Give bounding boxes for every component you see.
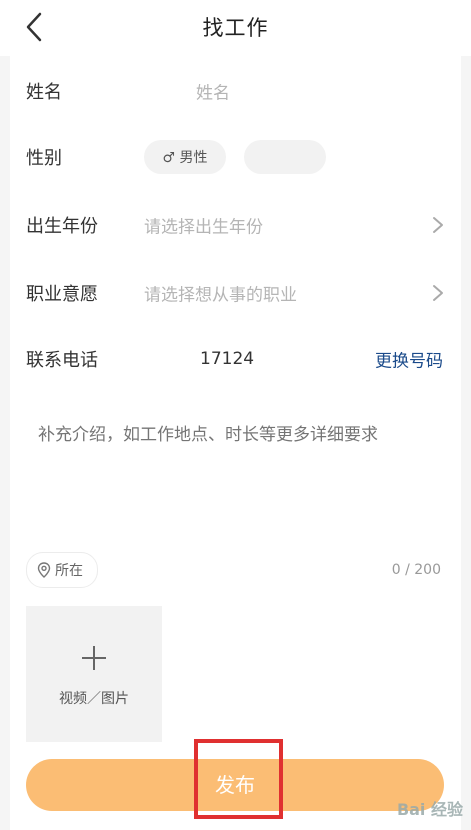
gender-male-chip[interactable]: ♂ 男性 xyxy=(144,140,226,174)
birth-year-placeholder: 请选择出生年份 xyxy=(144,217,263,238)
phone-label: 联系电话 xyxy=(26,350,98,371)
gender-label: 性别 xyxy=(26,148,62,169)
upload-label: 视频／图片 xyxy=(59,691,129,707)
description-input[interactable] xyxy=(36,418,440,542)
change-number-link[interactable]: 更换号码 xyxy=(375,347,443,372)
page: 找工作 姓名 姓名 性别 ♂ 男性 出生年份 请选择出生年份 职业意愿 请选择想… xyxy=(0,0,471,830)
publish-button[interactable]: 发布 xyxy=(26,759,444,811)
name-input[interactable]: 姓名 xyxy=(196,79,230,104)
phone-number: 17124 xyxy=(200,349,255,369)
upload-media-button[interactable]: 视频／图片 xyxy=(26,606,162,742)
birth-year-row[interactable]: 出生年份 请选择出生年份 xyxy=(10,192,461,258)
char-counter: 0 / 200 xyxy=(391,562,441,578)
gender-row: 性别 ♂ 男性 xyxy=(10,124,461,190)
birth-year-label: 出生年份 xyxy=(26,216,98,237)
plus-icon xyxy=(82,646,106,670)
gender-male-label: ♂ 男性 xyxy=(162,150,208,166)
page-title: 找工作 xyxy=(202,16,269,40)
gender-female-chip[interactable] xyxy=(244,140,326,174)
job-intention-label: 职业意愿 xyxy=(26,284,98,305)
name-row[interactable]: 姓名 姓名 xyxy=(10,58,461,124)
watermark-logo: Bai 经验 xyxy=(396,800,463,819)
location-chip[interactable]: 所在 xyxy=(26,552,98,588)
header: 找工作 xyxy=(0,0,471,56)
location-label: 所在 xyxy=(55,563,83,579)
job-intention-row[interactable]: 职业意愿 请选择想从事的职业 xyxy=(10,260,461,326)
name-label: 姓名 xyxy=(26,82,62,103)
job-intention-placeholder: 请选择想从事的职业 xyxy=(144,285,297,306)
phone-row: 联系电话 17124 更换号码 xyxy=(10,326,461,392)
chevron-right-icon xyxy=(433,285,443,301)
location-pin-icon xyxy=(37,562,51,578)
chevron-right-icon xyxy=(433,217,443,233)
